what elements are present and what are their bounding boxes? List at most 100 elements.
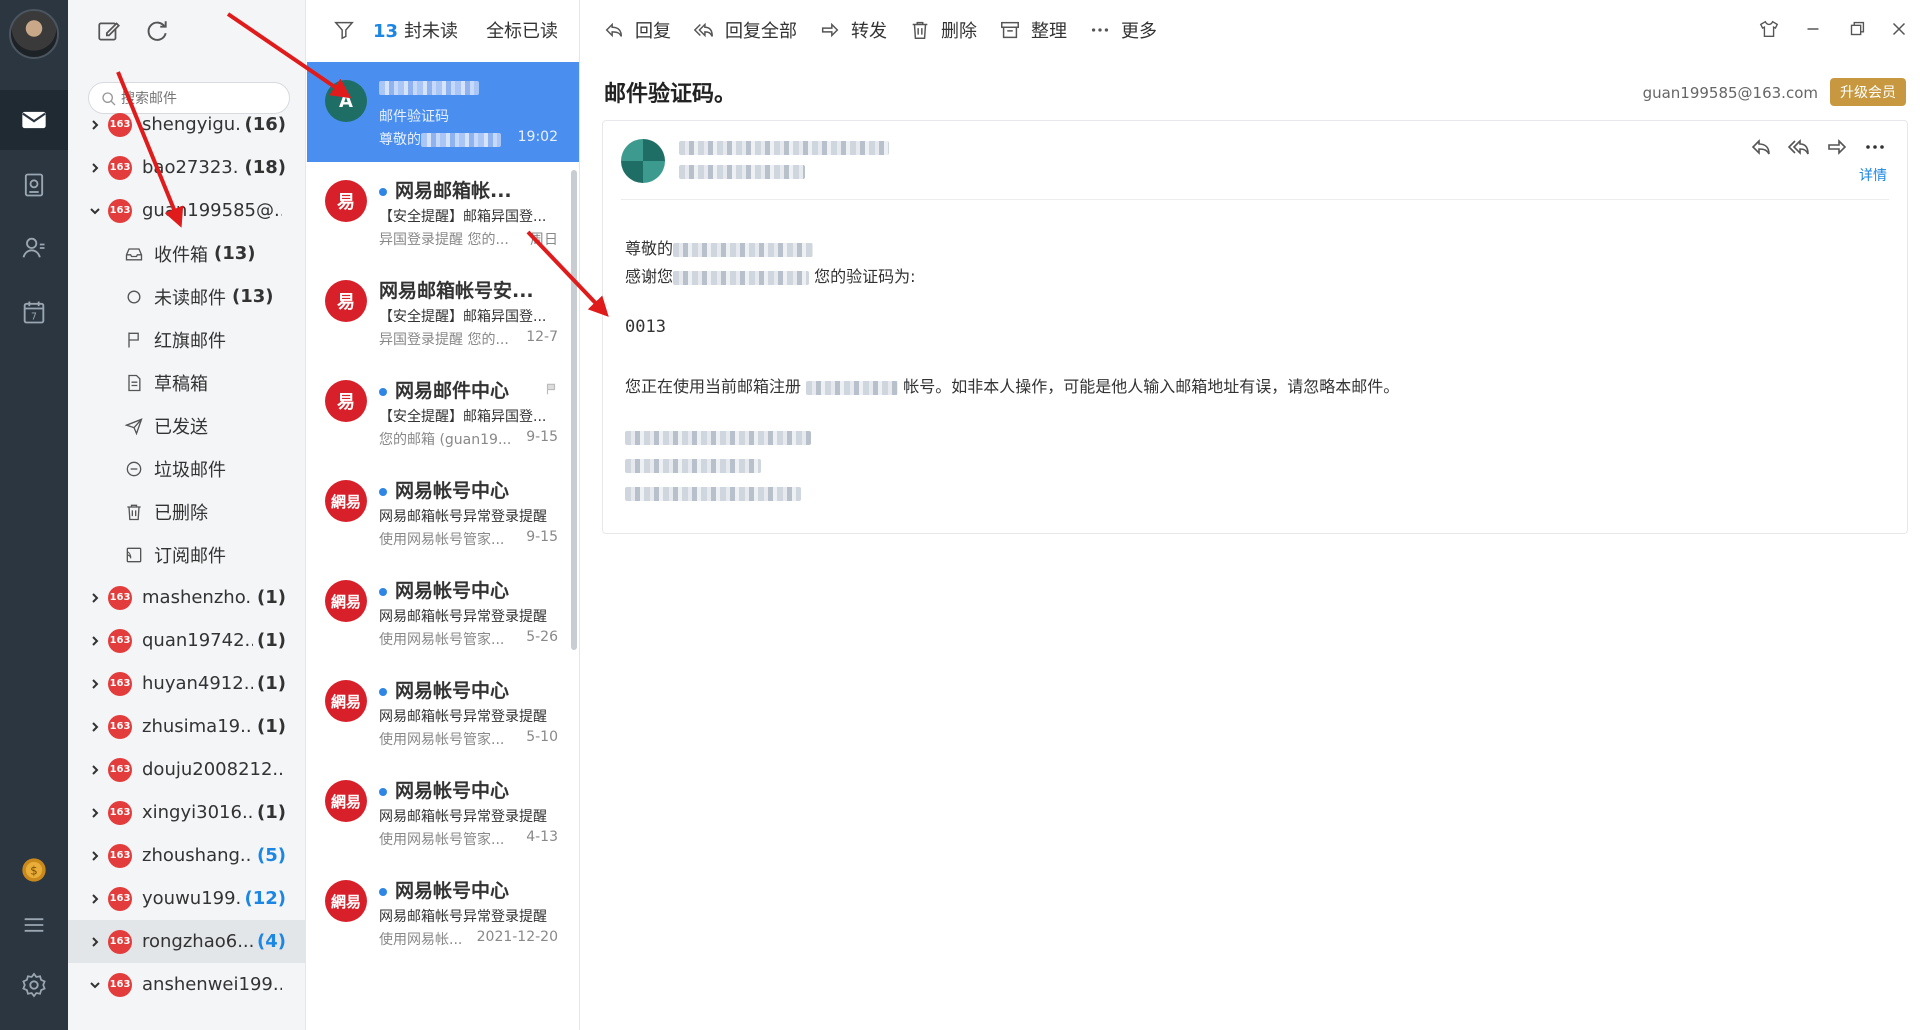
account-item[interactable]: 163 youwu199...(12) [68, 877, 306, 920]
reply-button[interactable]: 回复 [603, 17, 671, 43]
reader-toolbar: 回复 回复全部 转发 删除 整理 更多 [581, 0, 1920, 60]
expand-toggle[interactable] [82, 592, 108, 604]
expand-toggle[interactable] [82, 205, 108, 217]
mail-list-item[interactable]: 網易 网易帐号中心 网易邮箱帐号异常登录提醒 使用网易帐号管家... 5-10 [307, 662, 579, 762]
expand-toggle[interactable] [82, 850, 108, 862]
reply-all-icon[interactable] [1787, 135, 1811, 159]
flag-icon[interactable] [544, 382, 558, 396]
organize-button[interactable]: 整理 [999, 17, 1067, 43]
netease-163-logo: 163 [108, 929, 132, 954]
sent-icon [124, 417, 143, 435]
subfolder-item[interactable]: 草稿箱 [68, 361, 306, 404]
upgrade-vip-button[interactable]: 升级会员 [1830, 78, 1906, 106]
mail-preview: 使用网易帐号管家... [379, 629, 519, 649]
restore-icon[interactable] [1846, 18, 1868, 40]
account-item[interactable]: 163 mashenzho... (1) [68, 576, 306, 619]
account-item[interactable]: 163 anshenwei199... [68, 963, 306, 1006]
filter-icon[interactable] [333, 19, 355, 41]
mail-list-panel: 13 封未读 全标已读 A 邮件验证码 尊敬的 19:02 易 网易邮箱帐... 【安全提醒】… [307, 0, 580, 1030]
mail-preview-text: 异国登录提醒 您的... [379, 232, 509, 248]
account-item[interactable]: 163 bao27323... (18) [68, 146, 306, 189]
calendar-icon: 7 [23, 301, 45, 324]
forward-button[interactable]: 转发 [819, 17, 887, 43]
mail-list-item[interactable]: 網易 网易帐号中心 网易邮箱帐号异常登录提醒 使用网易帐... 2021-12-20 [307, 862, 579, 962]
reply-all-icon [693, 22, 713, 38]
subfolder-item[interactable]: 垃圾邮件 [68, 447, 306, 490]
skin-icon[interactable] [1758, 18, 1780, 40]
expand-toggle[interactable] [82, 678, 108, 690]
expand-toggle[interactable] [82, 721, 108, 733]
subfolder-item[interactable]: 已发送 [68, 404, 306, 447]
mail-list-item[interactable]: 易网易邮箱帐号安... 【安全提醒】邮箱异国登... 异国登录提醒 您的... 12-… [307, 262, 579, 362]
more-dots-icon[interactable] [1863, 135, 1887, 159]
mail-nav-button[interactable] [0, 90, 68, 150]
details-link[interactable]: 详情 [1859, 165, 1887, 185]
chevron-down-icon [90, 207, 100, 214]
flag-icon [128, 332, 139, 347]
settings-nav-button[interactable] [0, 955, 68, 1015]
expand-toggle[interactable] [82, 764, 108, 776]
netease-163-logo: 163 [108, 628, 132, 653]
expand-toggle[interactable] [82, 979, 108, 991]
subfolder-item[interactable]: 未读邮件 (13) [68, 275, 306, 318]
mail-sender-line: 网易帐号中心 [379, 776, 559, 803]
expand-toggle[interactable] [82, 119, 108, 131]
netease-163-logo: 163 [108, 112, 132, 137]
expand-toggle[interactable] [82, 162, 108, 174]
subfolder-item[interactable]: 已删除 [68, 490, 306, 533]
account-unread-count: (16) [244, 114, 286, 135]
account-item[interactable]: 163 zhoushang... (5) [68, 834, 306, 877]
expand-toggle[interactable] [82, 893, 108, 905]
subfolder-item[interactable]: 收件箱 (13) [68, 232, 306, 275]
account-item[interactable]: 163 douju2008212... [68, 748, 306, 791]
mail-sender-line: 网易邮件中心 [379, 376, 559, 403]
reply-icon[interactable] [1749, 135, 1773, 159]
mail-preview-text: 尊敬的 [379, 132, 421, 148]
list-scrollbar[interactable] [571, 170, 577, 650]
contacts-nav-button[interactable] [0, 218, 68, 278]
archive-box-icon [1001, 21, 1019, 39]
coin-nav-button[interactable]: $ [0, 840, 68, 900]
mark-all-read-button[interactable]: 全标已读 [486, 17, 558, 43]
reply-all-button[interactable]: 回复全部 [693, 17, 797, 43]
sender-avatar [621, 139, 665, 183]
account-item[interactable]: 163 huyan4912... (1) [68, 662, 306, 705]
mail-list-item[interactable]: 易 网易邮件中心 【安全提醒】邮箱异国登... 您的邮箱 (guan19... 9-15 [307, 362, 579, 462]
mail-sender: 网易帐号中心 [395, 580, 510, 602]
menu-nav-button[interactable] [0, 895, 68, 955]
mail-list-item[interactable]: A 邮件验证码 尊敬的 19:02 [307, 62, 579, 162]
account-item[interactable]: 163 rongzhao6... (4) [68, 920, 306, 963]
close-icon[interactable] [1888, 18, 1910, 40]
notes-nav-button[interactable] [0, 155, 68, 215]
account-item[interactable]: 163 zhusima19... (1) [68, 705, 306, 748]
draft-icon [128, 374, 141, 391]
subfolder-item[interactable]: 红旗邮件 [68, 318, 306, 361]
unread-summary[interactable]: 13 封未读 [373, 17, 458, 43]
delete-button[interactable]: 删除 [909, 17, 977, 43]
mail-list-item[interactable]: 網易 网易帐号中心 网易邮箱帐号异常登录提醒 使用网易帐号管家... 4-13 [307, 762, 579, 862]
mail-preview: 异国登录提醒 您的... [379, 329, 519, 349]
subfolder-item[interactable]: 订阅邮件 [68, 533, 306, 576]
account-item[interactable]: 163 xingyi3016... (1) [68, 791, 306, 834]
minimize-icon[interactable] [1802, 18, 1824, 40]
user-avatar[interactable] [9, 9, 59, 59]
expand-toggle[interactable] [82, 635, 108, 647]
expand-toggle[interactable] [82, 807, 108, 819]
netease-163-logo: 163 [108, 886, 132, 911]
account-item[interactable]: 163 quan19742... (1) [68, 619, 306, 662]
verification-code[interactable]: 0013 [625, 317, 666, 337]
mail-list-item[interactable]: 網易 网易帐号中心 网易邮箱帐号异常登录提醒 使用网易帐号管家... 9-15 [307, 462, 579, 562]
refresh-icon[interactable] [144, 18, 170, 44]
mail-sender-line: 网易帐号中心 [379, 476, 559, 503]
calendar-nav-button[interactable]: 7 [0, 282, 68, 342]
expand-toggle[interactable] [82, 936, 108, 948]
account-item[interactable]: 163 guan199585@... [68, 189, 306, 232]
mail-list-item[interactable]: 網易 网易帐号中心 网易邮箱帐号异常登录提醒 使用网易帐号管家... 5-26 [307, 562, 579, 662]
mail-client-window: 7 $ 163 shengyigu...(16) 163 bao27323...(18… [0, 0, 1920, 1030]
mail-list-item[interactable]: 易 网易邮箱帐... 【安全提醒】邮箱异国登... 异国登录提醒 您的... 周日 [307, 162, 579, 262]
account-item[interactable]: 163 shengyigu...(16) [68, 103, 306, 146]
forward-icon[interactable] [1825, 135, 1849, 159]
more-button[interactable]: 更多 [1089, 17, 1157, 43]
compose-icon[interactable] [96, 18, 122, 44]
account-unread-count: (1) [257, 716, 286, 737]
